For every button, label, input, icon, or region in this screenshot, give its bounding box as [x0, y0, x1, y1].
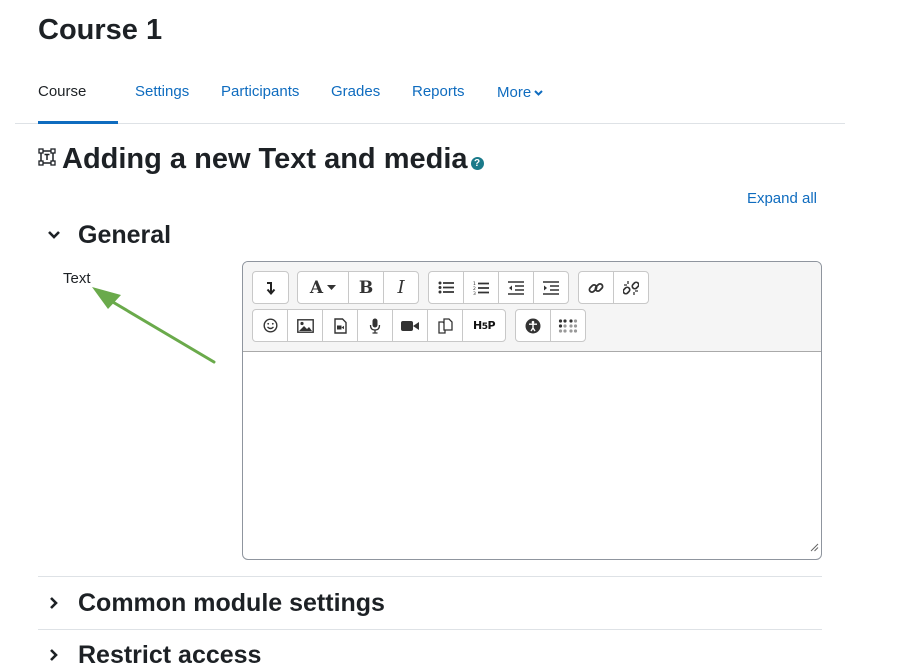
- section-restrict-access-title: Restrict access: [78, 640, 262, 669]
- tab-course[interactable]: Course: [38, 70, 118, 124]
- tab-settings[interactable]: Settings: [135, 70, 189, 123]
- record-video-icon[interactable]: [393, 310, 428, 341]
- toolbar-group-style: A B I: [297, 271, 419, 304]
- editor-content-area[interactable]: [243, 352, 821, 559]
- text-field-label: Text: [63, 270, 91, 287]
- text-and-media-icon: [38, 147, 56, 171]
- section-divider: [38, 629, 822, 630]
- image-icon[interactable]: [288, 310, 323, 341]
- section-common-module-settings-title: Common module settings: [78, 588, 385, 617]
- bold-icon[interactable]: B: [349, 272, 384, 303]
- svg-text:3: 3: [473, 291, 476, 295]
- link-icon[interactable]: [579, 272, 614, 303]
- section-divider: [38, 576, 822, 577]
- screenreader-helper-icon[interactable]: [551, 310, 585, 341]
- media-icon[interactable]: [323, 310, 358, 341]
- unordered-list-icon[interactable]: [429, 272, 464, 303]
- chevron-down-icon: [38, 230, 70, 240]
- tab-more[interactable]: More: [497, 70, 543, 123]
- section-general-title: General: [78, 220, 172, 249]
- manage-files-icon[interactable]: [428, 310, 463, 341]
- toolbar-group-collapse: [252, 271, 289, 304]
- record-audio-icon[interactable]: [358, 310, 393, 341]
- indent-icon[interactable]: [534, 272, 568, 303]
- toolbar-group-lists: 123: [428, 271, 569, 304]
- page-title: Adding a new Text and media: [62, 142, 468, 175]
- emoji-icon[interactable]: [253, 310, 288, 341]
- section-common-module-settings-toggle[interactable]: Common module settings: [38, 587, 385, 619]
- italic-icon[interactable]: I: [384, 272, 418, 303]
- section-restrict-access-toggle[interactable]: Restrict access: [38, 639, 261, 671]
- toolbar-group-insert: H5P: [252, 309, 506, 342]
- chevron-down-icon: [534, 70, 543, 113]
- paragraph-style-icon[interactable]: A: [298, 272, 349, 303]
- outdent-icon[interactable]: [499, 272, 534, 303]
- section-general-toggle[interactable]: General: [38, 219, 171, 251]
- toolbar-group-links: [578, 271, 649, 304]
- tab-reports[interactable]: Reports: [412, 70, 465, 123]
- expand-all-link[interactable]: Expand all: [747, 190, 817, 207]
- editor-toolbar: A B I 123 H5P: [243, 262, 821, 352]
- collapse-toolbar-icon[interactable]: [253, 272, 288, 303]
- tab-more-label: More: [497, 84, 532, 101]
- annotation-arrow: [92, 287, 216, 364]
- chevron-right-icon: [38, 648, 70, 662]
- tab-grades[interactable]: Grades: [331, 70, 380, 123]
- course-title: Course 1: [38, 14, 163, 46]
- resize-grip-icon[interactable]: [810, 539, 819, 557]
- accessibility-checker-icon[interactable]: [516, 310, 551, 341]
- tab-participants[interactable]: Participants: [221, 70, 299, 123]
- chevron-right-icon: [38, 596, 70, 610]
- ordered-list-icon[interactable]: 123: [464, 272, 499, 303]
- unlink-icon[interactable]: [614, 272, 648, 303]
- course-nav: Course Settings Participants Grades Repo…: [15, 70, 845, 124]
- h5p-icon[interactable]: H5P: [463, 310, 505, 341]
- text-editor: A B I 123 H5P: [242, 261, 822, 560]
- question-circle-icon[interactable]: ?: [470, 156, 484, 170]
- page-heading: Adding a new Text and media ?: [38, 141, 484, 177]
- toolbar-group-accessibility: [515, 309, 586, 342]
